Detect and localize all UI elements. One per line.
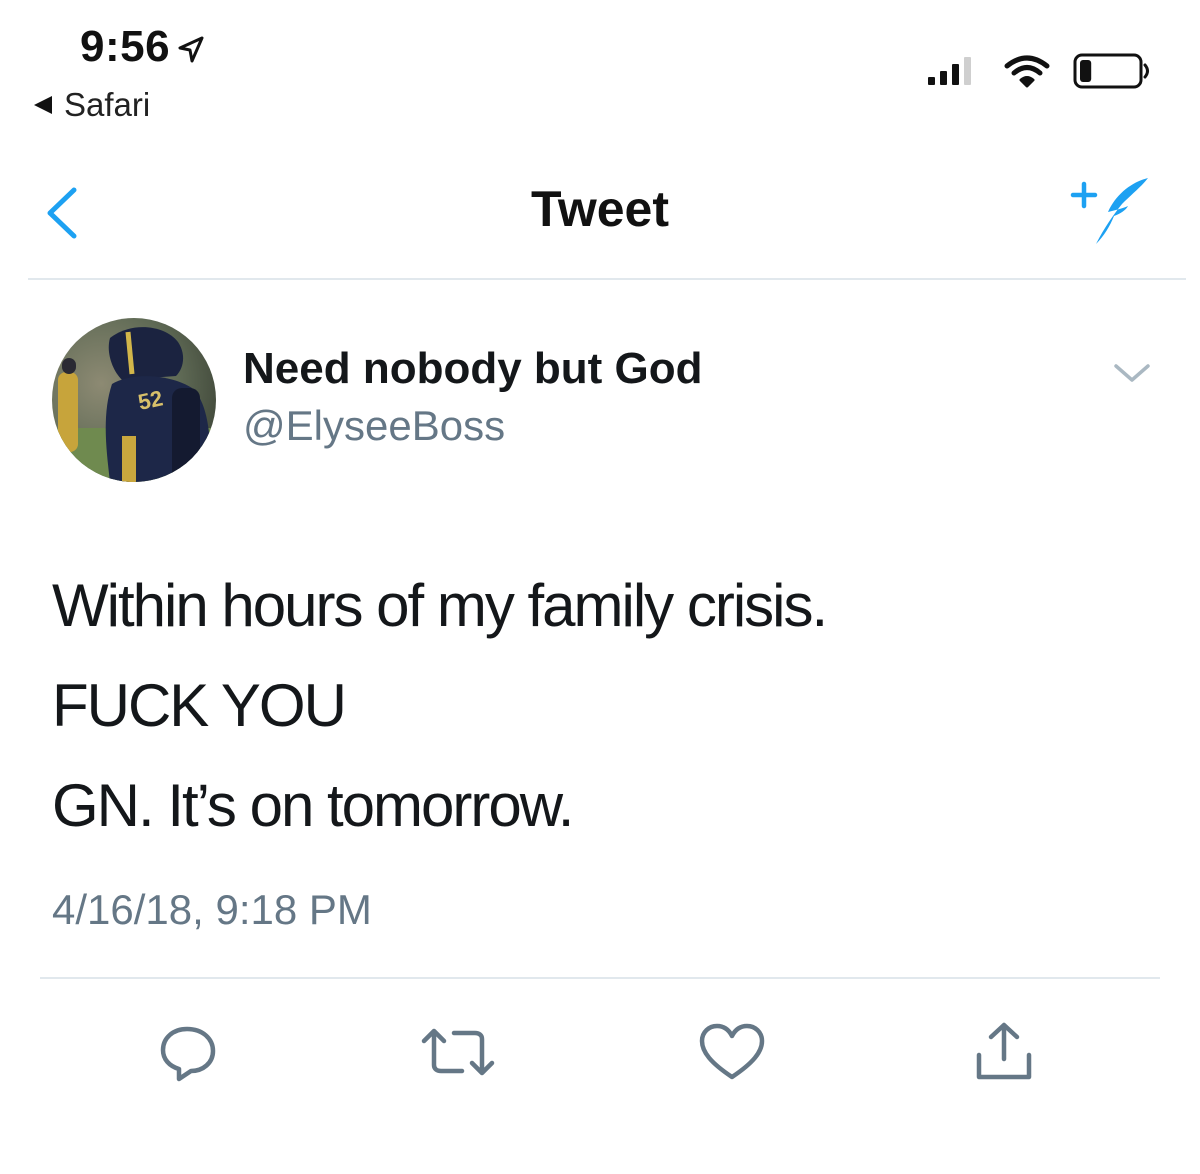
back-triangle-icon (34, 96, 52, 114)
page-title: Tweet (531, 181, 669, 237)
tweet-timestamp: 4/16/18, 9:18 PM (52, 886, 372, 933)
author-handle[interactable]: @ElyseeBoss (243, 402, 505, 450)
tweet-line: Within hours of my family crisis. (52, 572, 828, 639)
avatar[interactable]: 52 (52, 318, 216, 482)
battery-level (1080, 60, 1092, 82)
status-indicators (926, 52, 1152, 90)
status-time-label: 9:56 (80, 22, 171, 71)
chevron-down-icon[interactable] (1110, 358, 1154, 388)
nav-divider (28, 278, 1186, 280)
action-divider (40, 977, 1160, 979)
status-time: 9:56 (80, 22, 206, 72)
reply-icon (160, 1026, 216, 1082)
reply-button[interactable] (148, 1012, 228, 1092)
author-name[interactable]: Need nobody but God (243, 344, 703, 394)
location-arrow-icon (178, 36, 204, 63)
share-icon (976, 1022, 1032, 1080)
compose-tweet-icon[interactable] (1070, 172, 1154, 248)
heart-icon (699, 1023, 765, 1080)
tweet-line: GN. It’s on tomorrow. (52, 772, 574, 839)
back-to-safari[interactable]: Safari (32, 86, 150, 124)
tweet-line: FUCK YOU (52, 672, 347, 739)
share-button[interactable] (964, 1012, 1044, 1092)
avatar-jersey-number: 52 (136, 385, 165, 415)
back-app-label: Safari (64, 86, 151, 123)
avatar-photo: 52 (52, 318, 216, 482)
cellular-signal-icon (928, 57, 971, 85)
tweet-screen: 9:56 Safari Tweet 52 Need nobody but God… (0, 0, 1200, 1174)
retweet-button[interactable] (418, 1012, 498, 1092)
like-button[interactable] (692, 1012, 772, 1092)
tweet-text: Within hours of my family crisis. FUCK Y… (52, 556, 1152, 856)
battery-icon (1073, 53, 1149, 89)
wifi-icon (1004, 55, 1050, 88)
retweet-icon (421, 1028, 495, 1076)
